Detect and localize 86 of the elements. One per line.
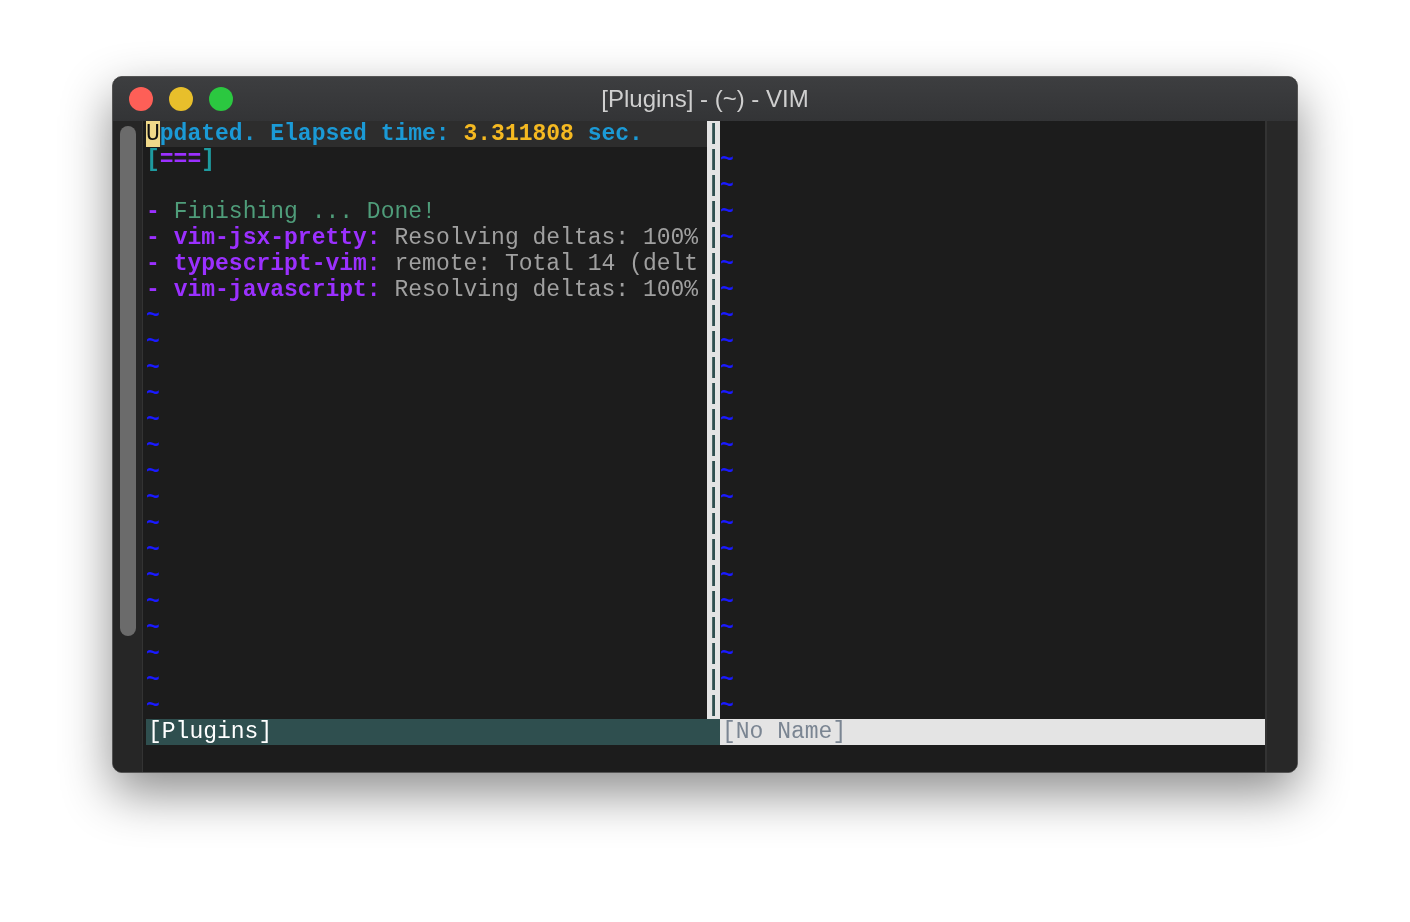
elapsed-value: 3.311808 [463,121,574,147]
window-title: [Plugins] - (~) - VIM [601,84,809,114]
log-message: Resolving deltas: 100% [394,277,699,303]
separator-char: | [706,121,721,147]
separator-char: | [706,355,721,381]
empty-line-marker: ~ [146,485,160,511]
separator-char: | [706,563,721,589]
empty-line-marker: ~ [720,381,734,407]
separator-char: | [706,407,721,433]
unit-text: sec. [586,121,643,147]
progress-bar-text: === [159,147,202,173]
separator-char: | [706,459,721,485]
plugin-name: vim-jsx-pretty: [173,225,381,251]
separator-char: | [706,615,721,641]
empty-line-marker: ~ [720,355,734,381]
empty-line-marker: ~ [720,303,734,329]
empty-line-marker: ~ [720,641,734,667]
empty-line-marker: ~ [146,355,160,381]
empty-line-marker: ~ [146,303,160,329]
empty-line-marker: ~ [146,615,160,641]
close-button[interactable] [129,87,153,111]
status-text: pdated. Elapsed time: [159,121,451,147]
empty-line-marker: ~ [146,407,160,433]
empty-line-marker: ~ [720,615,734,641]
scrollbar-thumb[interactable] [120,126,136,636]
empty-line-marker: ~ [720,589,734,615]
separator-char: | [706,173,721,199]
empty-line-marker: ~ [720,251,734,277]
separator-char: | [706,667,721,693]
empty-line-marker: ~ [720,693,734,719]
empty-line-marker: ~ [720,667,734,693]
bracket: ] [201,147,216,173]
bullet: - [146,277,160,303]
buffer-name: [No Name] [721,719,847,745]
separator-char: | [706,537,721,563]
empty-line-marker: ~ [720,433,734,459]
minimize-button[interactable] [169,87,193,111]
bullet: - [146,251,160,277]
plugin-name: typescript-vim: [173,251,381,277]
empty-line-marker: ~ [720,173,734,199]
empty-line-marker: ~ [146,641,160,667]
separator-char: | [706,693,721,719]
separator-char: | [706,303,721,329]
bullet: - [146,199,160,225]
cursor: U [146,121,160,147]
separator-char: | [706,641,721,667]
empty-line-marker: ~ [720,407,734,433]
separator-char: | [706,381,721,407]
plugin-name: vim-javascript: [173,277,381,303]
separator-char: | [706,225,721,251]
log-message: Resolving deltas: 100% [394,225,699,251]
empty-line-marker: ~ [720,485,734,511]
separator-char: | [706,433,721,459]
empty-line-marker: ~ [146,563,160,589]
empty-line-marker: ~ [146,381,160,407]
empty-line-marker: ~ [720,147,734,173]
separator-char: | [706,251,721,277]
empty-line-marker: ~ [146,433,160,459]
empty-line-marker: ~ [720,563,734,589]
separator-char: | [706,277,721,303]
empty-line-marker: ~ [146,589,160,615]
empty-line-marker: ~ [720,537,734,563]
buffer-name: [Plugins] [147,719,273,745]
status-message: Finishing ... Done! [173,199,436,225]
empty-line-marker: ~ [146,329,160,355]
bullet: - [146,225,160,251]
separator-char: | [706,329,721,355]
empty-line-marker: ~ [146,537,160,563]
empty-line-marker: ~ [146,511,160,537]
separator-char: | [706,147,721,173]
empty-line-marker: ~ [720,459,734,485]
bracket: [ [146,147,160,173]
separator-char: | [706,485,721,511]
separator-char: | [706,511,721,537]
separator-char: | [706,199,721,225]
empty-line-marker: ~ [720,225,734,251]
empty-line-marker: ~ [146,693,160,719]
empty-line-marker: ~ [720,511,734,537]
empty-line-marker: ~ [720,277,734,303]
empty-line-marker: ~ [146,667,160,693]
zoom-button[interactable] [209,87,233,111]
empty-line-marker: ~ [720,199,734,225]
separator-char: | [706,589,721,615]
log-message: remote: Total 14 (delt [394,251,699,277]
empty-line-marker: ~ [146,459,160,485]
empty-line-marker: ~ [720,329,734,355]
